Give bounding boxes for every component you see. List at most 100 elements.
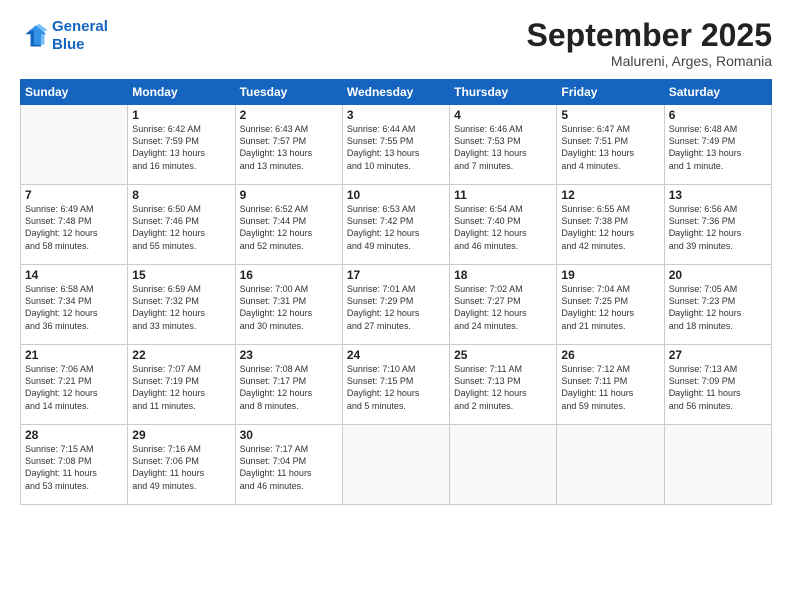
day-info: Sunrise: 7:17 AM Sunset: 7:04 PM Dayligh… <box>240 443 338 492</box>
calendar-cell: 23Sunrise: 7:08 AM Sunset: 7:17 PM Dayli… <box>235 345 342 425</box>
day-number: 15 <box>132 268 230 282</box>
day-info: Sunrise: 6:50 AM Sunset: 7:46 PM Dayligh… <box>132 203 230 252</box>
day-number: 24 <box>347 348 445 362</box>
calendar-day-header: Tuesday <box>235 80 342 105</box>
day-info: Sunrise: 6:53 AM Sunset: 7:42 PM Dayligh… <box>347 203 445 252</box>
day-number: 14 <box>25 268 123 282</box>
calendar-cell: 6Sunrise: 6:48 AM Sunset: 7:49 PM Daylig… <box>664 105 771 185</box>
day-number: 9 <box>240 188 338 202</box>
day-info: Sunrise: 7:11 AM Sunset: 7:13 PM Dayligh… <box>454 363 552 412</box>
calendar-day-header: Saturday <box>664 80 771 105</box>
day-info: Sunrise: 6:44 AM Sunset: 7:55 PM Dayligh… <box>347 123 445 172</box>
day-number: 16 <box>240 268 338 282</box>
calendar-day-header: Monday <box>128 80 235 105</box>
calendar-cell: 21Sunrise: 7:06 AM Sunset: 7:21 PM Dayli… <box>21 345 128 425</box>
calendar-cell: 27Sunrise: 7:13 AM Sunset: 7:09 PM Dayli… <box>664 345 771 425</box>
calendar-cell: 5Sunrise: 6:47 AM Sunset: 7:51 PM Daylig… <box>557 105 664 185</box>
day-number: 28 <box>25 428 123 442</box>
calendar-cell: 20Sunrise: 7:05 AM Sunset: 7:23 PM Dayli… <box>664 265 771 345</box>
day-info: Sunrise: 7:13 AM Sunset: 7:09 PM Dayligh… <box>669 363 767 412</box>
month-title: September 2025 <box>527 18 772 53</box>
logo-blue: Blue <box>52 36 85 53</box>
calendar-header-row: SundayMondayTuesdayWednesdayThursdayFrid… <box>21 80 772 105</box>
calendar-day-header: Wednesday <box>342 80 449 105</box>
calendar-cell: 18Sunrise: 7:02 AM Sunset: 7:27 PM Dayli… <box>450 265 557 345</box>
calendar-cell: 1Sunrise: 6:42 AM Sunset: 7:59 PM Daylig… <box>128 105 235 185</box>
day-info: Sunrise: 6:54 AM Sunset: 7:40 PM Dayligh… <box>454 203 552 252</box>
calendar-week-row: 21Sunrise: 7:06 AM Sunset: 7:21 PM Dayli… <box>21 345 772 425</box>
day-info: Sunrise: 7:15 AM Sunset: 7:08 PM Dayligh… <box>25 443 123 492</box>
day-number: 12 <box>561 188 659 202</box>
day-info: Sunrise: 6:52 AM Sunset: 7:44 PM Dayligh… <box>240 203 338 252</box>
calendar-cell: 13Sunrise: 6:56 AM Sunset: 7:36 PM Dayli… <box>664 185 771 265</box>
day-number: 22 <box>132 348 230 362</box>
calendar-cell: 10Sunrise: 6:53 AM Sunset: 7:42 PM Dayli… <box>342 185 449 265</box>
logo-general: General <box>52 18 108 35</box>
calendar-cell <box>342 425 449 505</box>
calendar-cell: 25Sunrise: 7:11 AM Sunset: 7:13 PM Dayli… <box>450 345 557 425</box>
day-info: Sunrise: 6:59 AM Sunset: 7:32 PM Dayligh… <box>132 283 230 332</box>
day-info: Sunrise: 7:07 AM Sunset: 7:19 PM Dayligh… <box>132 363 230 412</box>
calendar-cell: 15Sunrise: 6:59 AM Sunset: 7:32 PM Dayli… <box>128 265 235 345</box>
logo-text: General Blue <box>52 18 108 54</box>
day-number: 27 <box>669 348 767 362</box>
day-info: Sunrise: 7:06 AM Sunset: 7:21 PM Dayligh… <box>25 363 123 412</box>
day-info: Sunrise: 7:00 AM Sunset: 7:31 PM Dayligh… <box>240 283 338 332</box>
calendar-cell: 12Sunrise: 6:55 AM Sunset: 7:38 PM Dayli… <box>557 185 664 265</box>
day-info: Sunrise: 6:48 AM Sunset: 7:49 PM Dayligh… <box>669 123 767 172</box>
day-info: Sunrise: 7:04 AM Sunset: 7:25 PM Dayligh… <box>561 283 659 332</box>
day-info: Sunrise: 6:43 AM Sunset: 7:57 PM Dayligh… <box>240 123 338 172</box>
day-number: 19 <box>561 268 659 282</box>
calendar-week-row: 7Sunrise: 6:49 AM Sunset: 7:48 PM Daylig… <box>21 185 772 265</box>
location: Malureni, Arges, Romania <box>527 53 772 69</box>
day-number: 21 <box>25 348 123 362</box>
calendar-cell: 9Sunrise: 6:52 AM Sunset: 7:44 PM Daylig… <box>235 185 342 265</box>
day-info: Sunrise: 7:02 AM Sunset: 7:27 PM Dayligh… <box>454 283 552 332</box>
day-number: 29 <box>132 428 230 442</box>
day-number: 2 <box>240 108 338 122</box>
calendar-week-row: 14Sunrise: 6:58 AM Sunset: 7:34 PM Dayli… <box>21 265 772 345</box>
calendar-table: SundayMondayTuesdayWednesdayThursdayFrid… <box>20 79 772 505</box>
header: General Blue September 2025 Malureni, Ar… <box>20 18 772 69</box>
day-info: Sunrise: 6:56 AM Sunset: 7:36 PM Dayligh… <box>669 203 767 252</box>
calendar-cell: 3Sunrise: 6:44 AM Sunset: 7:55 PM Daylig… <box>342 105 449 185</box>
day-info: Sunrise: 6:47 AM Sunset: 7:51 PM Dayligh… <box>561 123 659 172</box>
day-info: Sunrise: 6:55 AM Sunset: 7:38 PM Dayligh… <box>561 203 659 252</box>
page: General Blue September 2025 Malureni, Ar… <box>0 0 792 612</box>
calendar-cell: 2Sunrise: 6:43 AM Sunset: 7:57 PM Daylig… <box>235 105 342 185</box>
calendar-cell <box>450 425 557 505</box>
day-number: 17 <box>347 268 445 282</box>
calendar-cell: 4Sunrise: 6:46 AM Sunset: 7:53 PM Daylig… <box>450 105 557 185</box>
day-number: 26 <box>561 348 659 362</box>
day-number: 1 <box>132 108 230 122</box>
calendar-cell: 7Sunrise: 6:49 AM Sunset: 7:48 PM Daylig… <box>21 185 128 265</box>
calendar-cell: 17Sunrise: 7:01 AM Sunset: 7:29 PM Dayli… <box>342 265 449 345</box>
day-number: 8 <box>132 188 230 202</box>
day-number: 20 <box>669 268 767 282</box>
calendar-week-row: 28Sunrise: 7:15 AM Sunset: 7:08 PM Dayli… <box>21 425 772 505</box>
calendar-cell <box>664 425 771 505</box>
calendar-cell: 14Sunrise: 6:58 AM Sunset: 7:34 PM Dayli… <box>21 265 128 345</box>
logo-icon <box>20 22 48 50</box>
calendar-day-header: Thursday <box>450 80 557 105</box>
calendar-cell: 26Sunrise: 7:12 AM Sunset: 7:11 PM Dayli… <box>557 345 664 425</box>
calendar-cell: 8Sunrise: 6:50 AM Sunset: 7:46 PM Daylig… <box>128 185 235 265</box>
day-number: 10 <box>347 188 445 202</box>
calendar-cell: 30Sunrise: 7:17 AM Sunset: 7:04 PM Dayli… <box>235 425 342 505</box>
day-number: 4 <box>454 108 552 122</box>
day-number: 6 <box>669 108 767 122</box>
calendar-cell: 19Sunrise: 7:04 AM Sunset: 7:25 PM Dayli… <box>557 265 664 345</box>
day-number: 30 <box>240 428 338 442</box>
day-number: 11 <box>454 188 552 202</box>
day-info: Sunrise: 7:01 AM Sunset: 7:29 PM Dayligh… <box>347 283 445 332</box>
day-info: Sunrise: 7:10 AM Sunset: 7:15 PM Dayligh… <box>347 363 445 412</box>
calendar-cell: 11Sunrise: 6:54 AM Sunset: 7:40 PM Dayli… <box>450 185 557 265</box>
logo: General Blue <box>20 18 108 54</box>
day-info: Sunrise: 7:05 AM Sunset: 7:23 PM Dayligh… <box>669 283 767 332</box>
day-info: Sunrise: 7:16 AM Sunset: 7:06 PM Dayligh… <box>132 443 230 492</box>
day-info: Sunrise: 6:42 AM Sunset: 7:59 PM Dayligh… <box>132 123 230 172</box>
day-number: 25 <box>454 348 552 362</box>
day-info: Sunrise: 6:49 AM Sunset: 7:48 PM Dayligh… <box>25 203 123 252</box>
day-info: Sunrise: 6:58 AM Sunset: 7:34 PM Dayligh… <box>25 283 123 332</box>
calendar-cell: 28Sunrise: 7:15 AM Sunset: 7:08 PM Dayli… <box>21 425 128 505</box>
